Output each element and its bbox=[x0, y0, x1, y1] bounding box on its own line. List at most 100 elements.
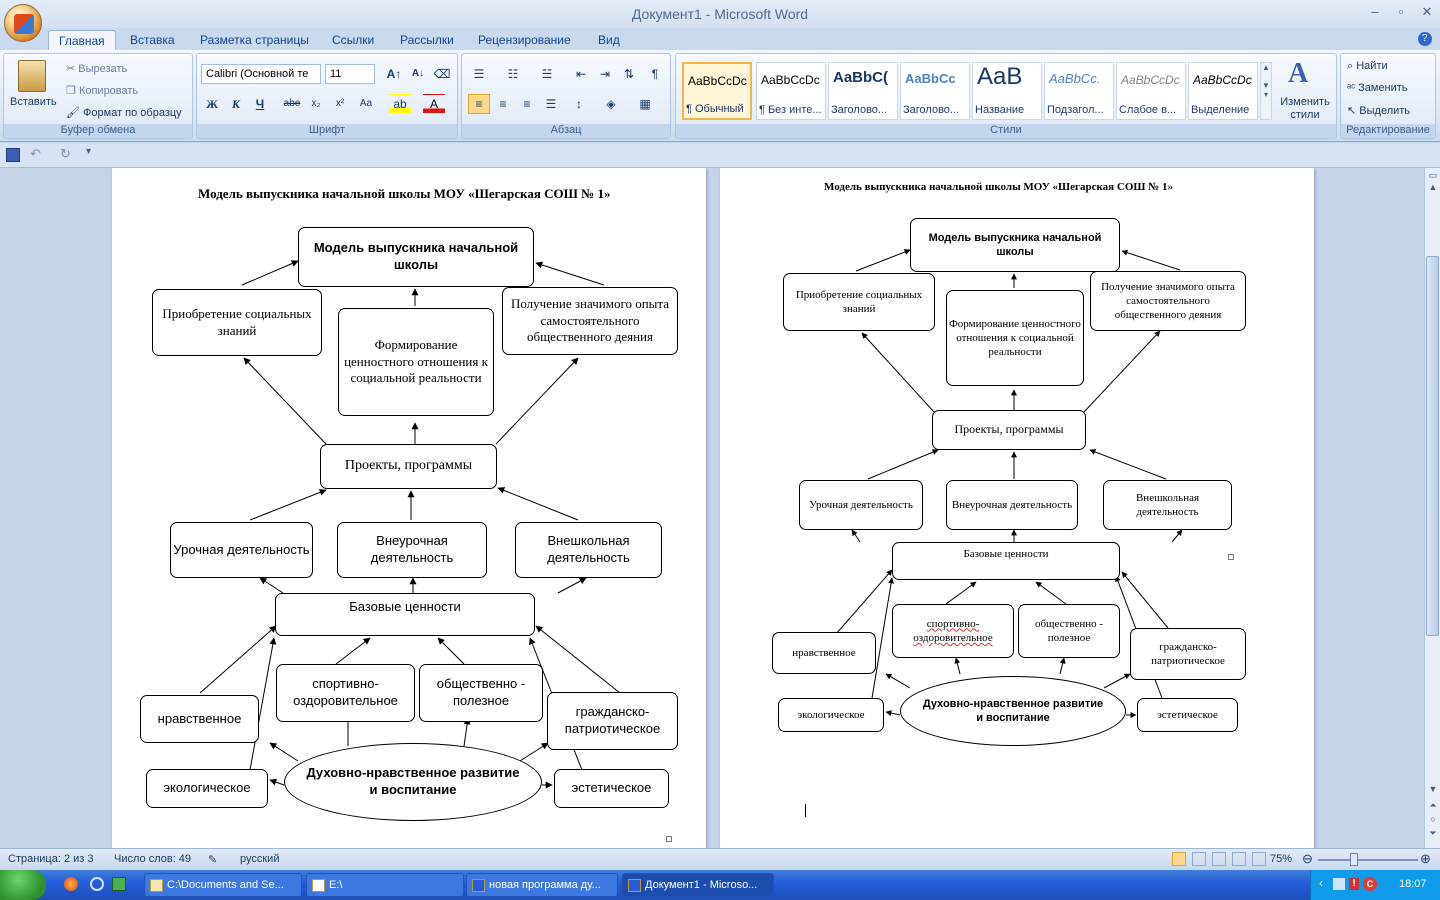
resize-handle[interactable] bbox=[666, 836, 672, 842]
page-indicator[interactable]: Страница: 2 из 3 bbox=[8, 853, 94, 865]
highlight-button[interactable]: ab bbox=[389, 94, 411, 114]
undo-icon[interactable]: ↶ bbox=[30, 146, 41, 162]
change-case-button[interactable]: Aa bbox=[355, 94, 377, 114]
scroll-down-icon[interactable]: ▼ bbox=[1427, 784, 1439, 796]
multilevel-list-button[interactable]: ☱ bbox=[536, 64, 558, 84]
restore-button[interactable]: ▫ bbox=[1390, 4, 1412, 22]
tab-references[interactable]: Ссылки bbox=[322, 30, 384, 50]
zoom-slider-thumb[interactable] bbox=[1350, 853, 1358, 866]
draft-icon[interactable] bbox=[1252, 852, 1266, 866]
font-size-combo[interactable]: 11 bbox=[325, 64, 375, 84]
tab-home[interactable]: Главная bbox=[48, 30, 116, 50]
numbering-button[interactable]: ☷ bbox=[502, 64, 524, 84]
replace-button[interactable]: ᵃᶜ Заменить bbox=[1347, 82, 1408, 94]
style-preview: AaBbCcDc bbox=[688, 74, 747, 88]
task-new-program[interactable]: новая программа ду... bbox=[466, 873, 618, 897]
tab-mailings[interactable]: Рассылки bbox=[390, 30, 464, 50]
decrease-indent-button[interactable]: ⇤ bbox=[570, 64, 592, 84]
search-icon[interactable] bbox=[90, 877, 104, 891]
minimize-button[interactable]: – bbox=[1364, 4, 1386, 22]
vertical-scrollbar[interactable]: ▭ ▲ ▼ ⏶ ○ ⏷ bbox=[1424, 168, 1440, 848]
shading-button[interactable]: ◈ bbox=[600, 94, 622, 114]
zoom-out-icon[interactable]: ⊖ bbox=[1302, 851, 1313, 867]
browse-object-icon[interactable]: ○ bbox=[1427, 814, 1439, 826]
scroll-up-icon[interactable]: ▲ bbox=[1427, 182, 1439, 194]
paste-button[interactable]: Вставить bbox=[10, 96, 57, 108]
zoom-in-icon[interactable]: ⊕ bbox=[1420, 851, 1431, 867]
clear-format-button[interactable]: ⌫ bbox=[431, 64, 453, 84]
antivirus-icon[interactable]: C bbox=[1363, 877, 1377, 891]
find-button[interactable]: ⌕ Найти bbox=[1347, 60, 1388, 73]
office-button[interactable] bbox=[4, 4, 42, 42]
superscript-button[interactable]: x² bbox=[329, 94, 351, 114]
align-left-button[interactable]: ≡ bbox=[468, 94, 490, 114]
format-painter-button[interactable]: 🖌 Формат по образцу bbox=[66, 106, 182, 119]
diagram-title: Модель выпускника начальной школы МОУ «Ш… bbox=[198, 186, 611, 201]
redo-icon[interactable]: ↻ bbox=[60, 146, 71, 162]
borders-button[interactable]: ▦ bbox=[634, 94, 656, 114]
font-name-combo[interactable]: Calibri (Основной те bbox=[201, 64, 321, 84]
language-indicator[interactable]: русский bbox=[240, 853, 279, 865]
align-center-button[interactable]: ≡ bbox=[492, 94, 514, 114]
print-layout-icon[interactable] bbox=[1172, 852, 1186, 866]
firefox-icon[interactable] bbox=[64, 877, 78, 891]
start-button[interactable] bbox=[0, 870, 46, 900]
save-icon[interactable] bbox=[6, 148, 20, 162]
task-drive-e[interactable]: E:\ bbox=[306, 873, 464, 897]
outline-icon[interactable] bbox=[1232, 852, 1246, 866]
network-icon[interactable] bbox=[1333, 878, 1345, 890]
subscript-button[interactable]: x₂ bbox=[305, 94, 327, 114]
proofing-icon[interactable]: ✎ bbox=[208, 853, 217, 866]
grow-font-button[interactable]: A↑ bbox=[383, 64, 405, 84]
alert-icon[interactable]: ! bbox=[1349, 878, 1359, 890]
web-layout-icon[interactable] bbox=[1212, 852, 1226, 866]
style-title[interactable]: AaB Название bbox=[972, 62, 1042, 120]
prev-page-icon[interactable]: ⏶ bbox=[1427, 800, 1439, 812]
full-screen-icon[interactable] bbox=[1192, 852, 1206, 866]
customize-qat-icon[interactable]: ▾ bbox=[86, 146, 91, 157]
strikethrough-button[interactable]: abe bbox=[281, 94, 303, 114]
style-subtitle[interactable]: AaBbCc. Подзагол... bbox=[1044, 62, 1114, 120]
style-no-spacing[interactable]: AaBbCcDc ¶ Без инте... bbox=[756, 62, 826, 120]
style-normal[interactable]: AaBbCcDc ¶ Обычный bbox=[682, 62, 752, 120]
style-heading-1[interactable]: AaBbC( Заголово... bbox=[828, 62, 898, 120]
underline-button[interactable]: Ч bbox=[249, 94, 271, 114]
select-button[interactable]: ↖ Выделить bbox=[1347, 104, 1410, 117]
ruler-toggle-icon[interactable]: ▭ bbox=[1427, 170, 1439, 182]
zoom-level[interactable]: 75% bbox=[1270, 853, 1292, 865]
bullets-button[interactable]: ☰ bbox=[468, 64, 490, 84]
style-emphasis[interactable]: AaBbCcDc Выделение bbox=[1188, 62, 1258, 120]
zoom-slider-track[interactable] bbox=[1318, 859, 1418, 861]
task-documents[interactable]: C:\Documents and Se... bbox=[144, 873, 302, 897]
styles-scroll[interactable]: ▲ ▼ ▾ bbox=[1260, 62, 1272, 120]
scroll-thumb[interactable] bbox=[1426, 256, 1439, 636]
style-subtle-emphasis[interactable]: AaBbCcDc Слабое в... bbox=[1116, 62, 1186, 120]
justify-button[interactable]: ☰ bbox=[540, 94, 562, 114]
italic-button[interactable]: К bbox=[225, 94, 247, 114]
tab-review[interactable]: Рецензирование bbox=[468, 30, 581, 50]
next-page-icon[interactable]: ⏷ bbox=[1427, 828, 1439, 840]
bold-button[interactable]: Ж bbox=[201, 94, 223, 114]
tab-page-layout[interactable]: Разметка страницы bbox=[190, 30, 319, 50]
style-heading-2[interactable]: AaBbCc Заголово... bbox=[900, 62, 970, 120]
increase-indent-button[interactable]: ⇥ bbox=[594, 64, 616, 84]
styles-label: Стили bbox=[676, 124, 1336, 138]
shrink-font-button[interactable]: A↓ bbox=[407, 64, 429, 84]
close-button[interactable]: ✕ bbox=[1416, 4, 1438, 22]
help-icon[interactable]: ? bbox=[1418, 32, 1432, 46]
line-spacing-button[interactable]: ↕ bbox=[568, 94, 590, 114]
cut-button[interactable]: ✂ Вырезать bbox=[66, 62, 127, 75]
tab-insert[interactable]: Вставка bbox=[120, 30, 185, 50]
tab-view[interactable]: Вид bbox=[588, 30, 630, 50]
tray-expand-icon[interactable]: ‹ bbox=[1319, 876, 1323, 890]
app-icon[interactable] bbox=[112, 877, 126, 891]
copy-button[interactable]: ❐ Копировать bbox=[66, 84, 138, 97]
font-color-button[interactable]: A bbox=[423, 94, 445, 114]
change-styles-button[interactable]: Изменить стили bbox=[1276, 96, 1334, 122]
align-right-button[interactable]: ≡ bbox=[516, 94, 538, 114]
word-count[interactable]: Число слов: 49 bbox=[114, 853, 191, 865]
task-document1[interactable]: Документ1 - Microso... bbox=[622, 873, 774, 897]
show-marks-button[interactable]: ¶ bbox=[644, 64, 666, 84]
sort-button[interactable]: ⇅ bbox=[618, 64, 640, 84]
resize-handle[interactable] bbox=[1228, 554, 1234, 560]
